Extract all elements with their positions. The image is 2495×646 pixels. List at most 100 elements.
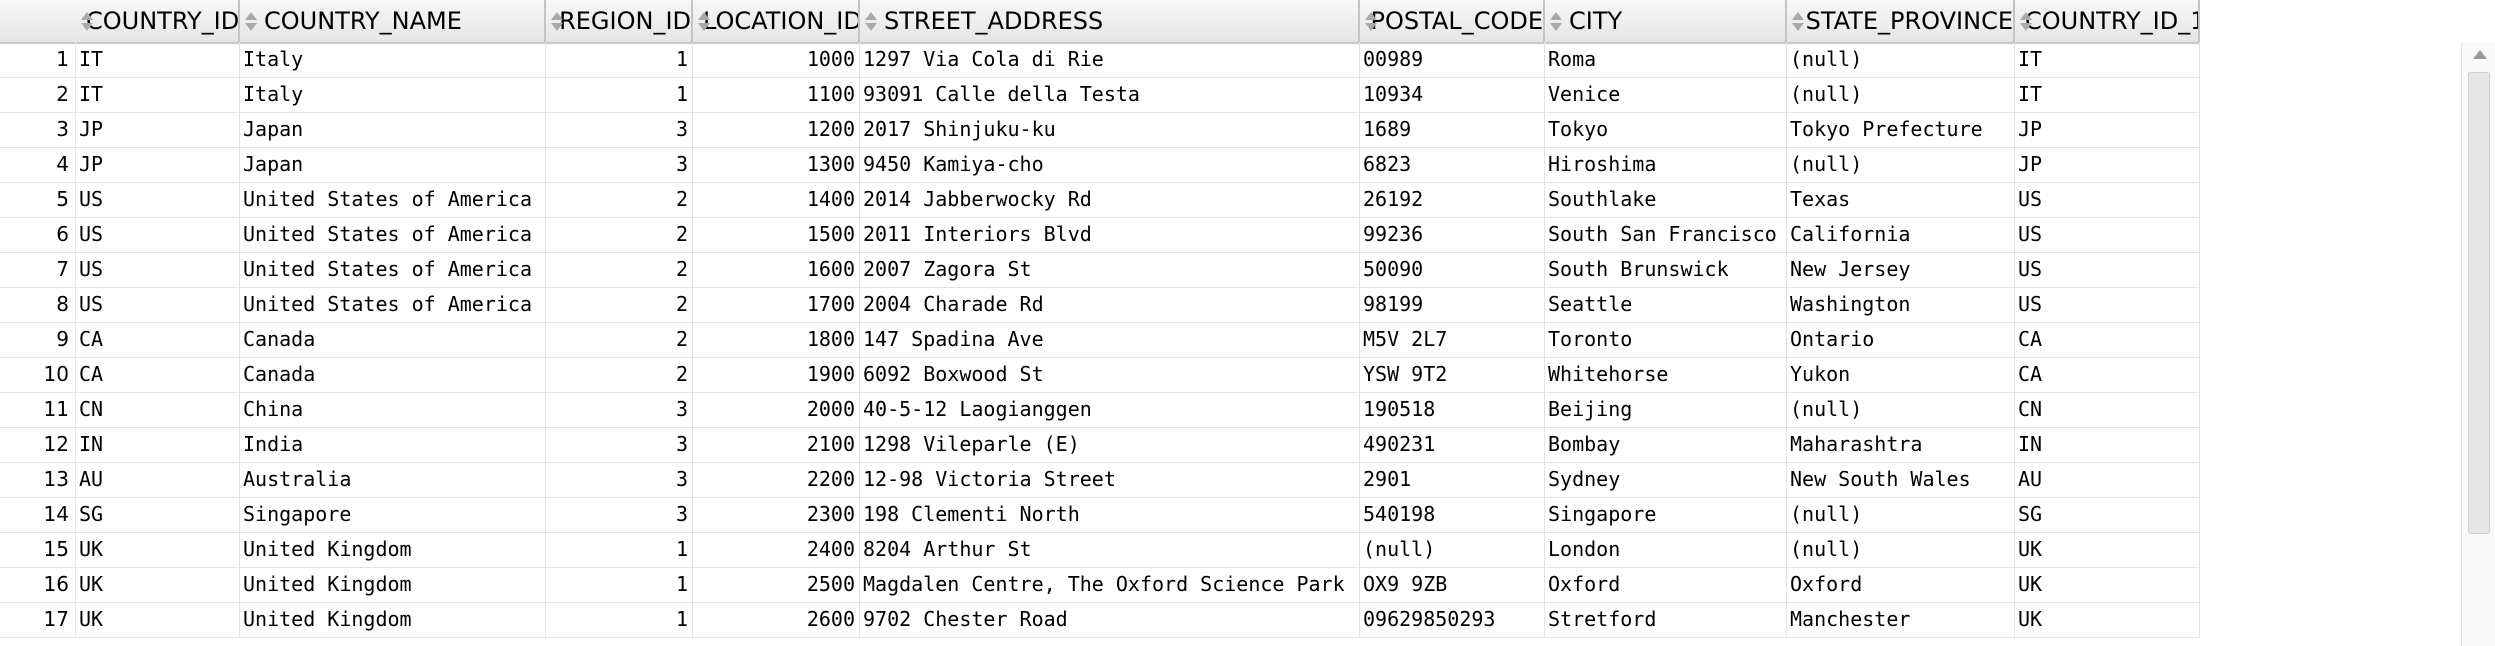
street-address-cell[interactable]: 1297 Via Cola di Rie <box>860 42 1360 77</box>
location-id-cell[interactable]: 1500 <box>693 217 860 252</box>
country-name-cell[interactable]: Japan <box>240 112 546 147</box>
country-name-cell[interactable]: Canada <box>240 357 546 392</box>
street-address-cell[interactable]: 9702 Chester Road <box>860 602 1360 637</box>
street-address-cell[interactable]: 2004 Charade Rd <box>860 287 1360 322</box>
country-id-1-cell[interactable]: UK <box>2015 532 2200 567</box>
city-cell[interactable]: Sydney <box>1545 462 1787 497</box>
location-id-cell[interactable]: 1600 <box>693 252 860 287</box>
region-id-cell[interactable]: 3 <box>546 462 693 497</box>
location-id-cell[interactable]: 2300 <box>693 497 860 532</box>
location-id-cell[interactable]: 1900 <box>693 357 860 392</box>
street-address-cell[interactable]: 12-98 Victoria Street <box>860 462 1360 497</box>
postal-code-cell[interactable]: OX9 9ZB <box>1360 567 1545 602</box>
column-header-city[interactable]: CITY <box>1545 0 1787 42</box>
country-id-cell[interactable]: US <box>76 182 240 217</box>
country-name-cell[interactable]: United States of America <box>240 287 546 322</box>
city-cell[interactable]: Tokyo <box>1545 112 1787 147</box>
state-province-cell[interactable]: (null) <box>1787 497 2015 532</box>
country-id-1-cell[interactable]: UK <box>2015 602 2200 637</box>
table-row[interactable]: 2 IT Italy 1 1100 93091 Calle della Testa 1093… <box>0 77 2200 113</box>
location-id-cell[interactable]: 2100 <box>693 427 860 462</box>
postal-code-cell[interactable]: 490231 <box>1360 427 1545 462</box>
city-cell[interactable]: Toronto <box>1545 322 1787 357</box>
region-id-cell[interactable]: 3 <box>546 497 693 532</box>
country-id-cell[interactable]: US <box>76 217 240 252</box>
city-cell[interactable]: Whitehorse <box>1545 357 1787 392</box>
table-row[interactable]: 17 UK United Kingdom 1 2600 9702 Chester Road… <box>0 602 2200 638</box>
state-province-cell[interactable]: (null) <box>1787 42 2015 77</box>
city-cell[interactable]: South San Francisco <box>1545 217 1787 252</box>
postal-code-cell[interactable]: 190518 <box>1360 392 1545 427</box>
location-id-cell[interactable]: 2000 <box>693 392 860 427</box>
state-province-cell[interactable]: Oxford <box>1787 567 2015 602</box>
country-id-cell[interactable]: CA <box>76 357 240 392</box>
street-address-cell[interactable]: 8204 Arthur St <box>860 532 1360 567</box>
location-id-cell[interactable]: 1800 <box>693 322 860 357</box>
street-address-cell[interactable]: 2014 Jabberwocky Rd <box>860 182 1360 217</box>
location-id-cell[interactable]: 2400 <box>693 532 860 567</box>
street-address-cell[interactable]: 93091 Calle della Testa <box>860 77 1360 112</box>
country-id-1-cell[interactable]: US <box>2015 252 2200 287</box>
scroll-up-arrow-icon[interactable] <box>2473 50 2487 59</box>
postal-code-cell[interactable]: 99236 <box>1360 217 1545 252</box>
location-id-cell[interactable]: 2500 <box>693 567 860 602</box>
country-name-cell[interactable]: United Kingdom <box>240 532 546 567</box>
column-header-location-id[interactable]: LOCATION_ID <box>693 0 860 42</box>
column-header-street-address[interactable]: STREET_ADDRESS <box>860 0 1360 42</box>
location-id-cell[interactable]: 1700 <box>693 287 860 322</box>
region-id-cell[interactable]: 1 <box>546 42 693 77</box>
sort-arrows-icon[interactable] <box>244 6 258 36</box>
postal-code-cell[interactable]: 6823 <box>1360 147 1545 182</box>
column-header-country-id[interactable]: COUNTRY_ID <box>76 0 240 42</box>
region-id-cell[interactable]: 2 <box>546 182 693 217</box>
country-name-cell[interactable]: United States of America <box>240 217 546 252</box>
street-address-cell[interactable]: 2017 Shinjuku-ku <box>860 112 1360 147</box>
region-id-cell[interactable]: 3 <box>546 427 693 462</box>
country-id-1-cell[interactable]: IN <box>2015 427 2200 462</box>
region-id-cell[interactable]: 2 <box>546 357 693 392</box>
location-id-cell[interactable]: 1300 <box>693 147 860 182</box>
city-cell[interactable]: Beijing <box>1545 392 1787 427</box>
city-cell[interactable]: Hiroshima <box>1545 147 1787 182</box>
country-id-1-cell[interactable]: UK <box>2015 567 2200 602</box>
scrollbar-thumb[interactable] <box>2468 72 2490 534</box>
city-cell[interactable]: Singapore <box>1545 497 1787 532</box>
street-address-cell[interactable]: 1298 Vileparle (E) <box>860 427 1360 462</box>
city-cell[interactable]: Venice <box>1545 77 1787 112</box>
country-id-1-cell[interactable]: US <box>2015 287 2200 322</box>
table-row[interactable]: 8 US United States of America 2 1700 2004 Cha… <box>0 287 2200 323</box>
country-id-1-cell[interactable]: IT <box>2015 77 2200 112</box>
city-cell[interactable]: Bombay <box>1545 427 1787 462</box>
city-cell[interactable]: London <box>1545 532 1787 567</box>
country-id-cell[interactable]: CN <box>76 392 240 427</box>
table-row[interactable]: 4 JP Japan 3 1300 9450 Kamiya-cho 6823 Hiroshim… <box>0 147 2200 183</box>
country-id-cell[interactable]: US <box>76 287 240 322</box>
country-name-cell[interactable]: Japan <box>240 147 546 182</box>
state-province-cell[interactable]: California <box>1787 217 2015 252</box>
table-row[interactable]: 3 JP Japan 3 1200 2017 Shinjuku-ku 1689 Tokyo To… <box>0 112 2200 148</box>
postal-code-cell[interactable]: 2901 <box>1360 462 1545 497</box>
column-header-state-province[interactable]: STATE_PROVINCE <box>1787 0 2015 42</box>
country-id-1-cell[interactable]: CA <box>2015 322 2200 357</box>
state-province-cell[interactable]: (null) <box>1787 147 2015 182</box>
country-id-cell[interactable]: JP <box>76 147 240 182</box>
country-name-cell[interactable]: United Kingdom <box>240 602 546 637</box>
state-province-cell[interactable]: Texas <box>1787 182 2015 217</box>
postal-code-cell[interactable]: M5V 2L7 <box>1360 322 1545 357</box>
country-id-cell[interactable]: IT <box>76 42 240 77</box>
region-id-cell[interactable]: 3 <box>546 392 693 427</box>
sort-arrows-icon[interactable] <box>1364 6 1371 36</box>
column-header-country-name[interactable]: COUNTRY_NAME <box>240 0 546 42</box>
region-id-cell[interactable]: 2 <box>546 287 693 322</box>
country-name-cell[interactable]: United States of America <box>240 182 546 217</box>
country-id-1-cell[interactable]: JP <box>2015 147 2200 182</box>
state-province-cell[interactable]: Washington <box>1787 287 2015 322</box>
country-id-1-cell[interactable]: JP <box>2015 112 2200 147</box>
street-address-cell[interactable]: 198 Clementi North <box>860 497 1360 532</box>
city-cell[interactable]: Roma <box>1545 42 1787 77</box>
country-id-1-cell[interactable]: US <box>2015 217 2200 252</box>
country-name-cell[interactable]: Australia <box>240 462 546 497</box>
country-id-1-cell[interactable]: CA <box>2015 357 2200 392</box>
state-province-cell[interactable]: Ontario <box>1787 322 2015 357</box>
sort-arrows-icon[interactable] <box>1549 6 1563 36</box>
